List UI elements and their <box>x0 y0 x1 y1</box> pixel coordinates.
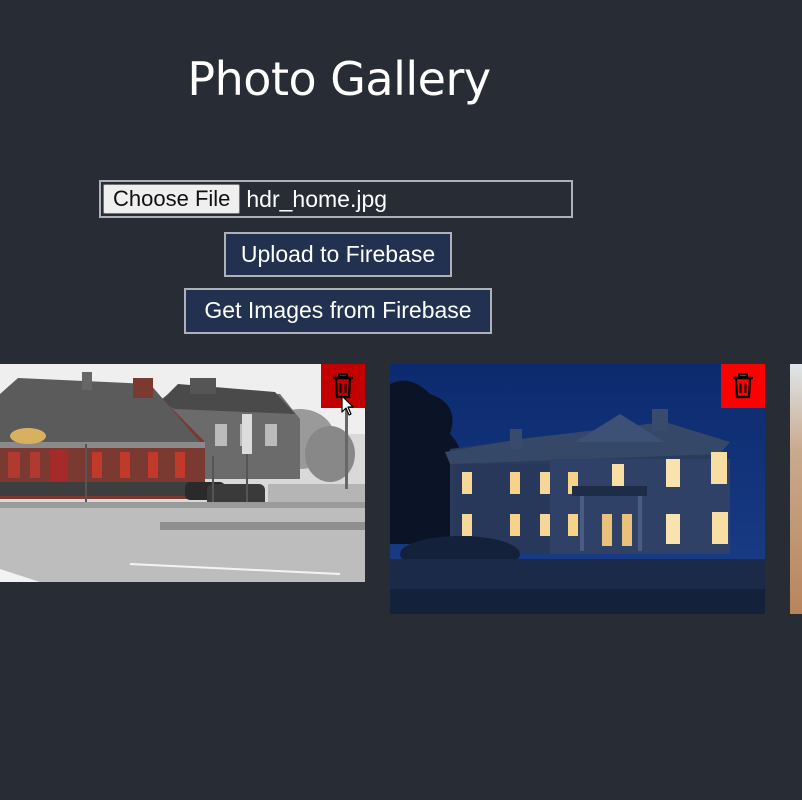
file-input[interactable]: Choose File hdr_home.jpg <box>99 180 573 218</box>
get-images-button[interactable]: Get Images from Firebase <box>184 288 492 334</box>
gallery-image <box>390 364 765 614</box>
selected-file-name: hdr_home.jpg <box>246 185 388 212</box>
gallery-image <box>790 364 802 614</box>
gallery-image <box>0 364 365 582</box>
upload-to-firebase-button[interactable]: Upload to Firebase <box>224 232 452 277</box>
gallery-image-card <box>0 364 365 582</box>
page-title: Photo Gallery <box>187 52 491 106</box>
trash-icon <box>733 373 753 399</box>
delete-image-button[interactable] <box>321 364 365 408</box>
choose-file-button[interactable]: Choose File <box>103 184 241 214</box>
image-gallery <box>0 364 802 624</box>
delete-image-button[interactable] <box>721 364 765 408</box>
trash-icon <box>333 373 353 399</box>
gallery-image-card <box>390 364 765 614</box>
gallery-image-card <box>790 364 802 614</box>
photo-gallery-page: Photo Gallery Choose File hdr_home.jpg U… <box>0 0 802 800</box>
